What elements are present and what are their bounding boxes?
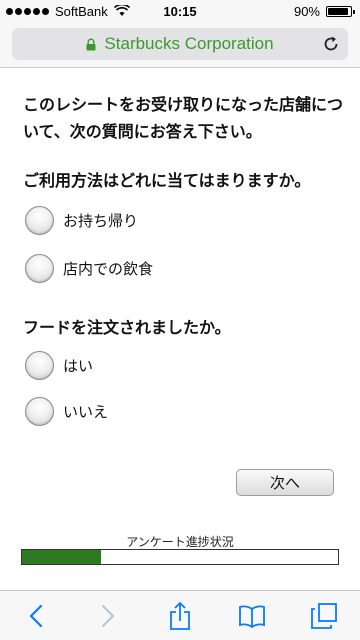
wifi-icon	[113, 5, 130, 16]
option-label: いいえ	[63, 403, 109, 421]
back-button[interactable]	[16, 596, 56, 636]
share-button[interactable]	[160, 596, 200, 636]
radio-button[interactable]	[25, 351, 54, 380]
battery-level-fill	[328, 8, 348, 15]
reload-icon[interactable]	[322, 35, 340, 53]
option-label: はい	[63, 357, 94, 375]
browser-address-area: Starbucks Corporation	[0, 22, 360, 68]
radio-button[interactable]	[25, 397, 54, 426]
progress-fill	[22, 550, 101, 564]
battery-percentage: 90%	[293, 3, 320, 19]
url-label: Starbucks Corporation	[104, 34, 274, 53]
share-icon	[170, 601, 190, 630]
option-no[interactable]: いいえ	[25, 397, 108, 426]
bookmarks-button[interactable]	[232, 596, 272, 636]
option-label: お持ち帰り	[63, 212, 139, 230]
forward-icon	[101, 604, 115, 627]
survey-intro: このレシートをお受け取りになった店舗について、次の質問にお答え下さい。	[23, 95, 344, 141]
battery-icon	[326, 6, 355, 17]
question-usage: ご利用方法はどれに当てはまりますか。	[23, 171, 311, 190]
progress-label: アンケート進捗状況	[126, 535, 234, 549]
option-eat-in[interactable]: 店内での飲食	[25, 254, 153, 283]
survey-page: このレシートをお受け取りになった店舗について、次の質問にお答え下さい。 ご利用方…	[0, 69, 360, 590]
tabs-button[interactable]	[304, 596, 344, 636]
signal-strength-icon	[6, 7, 49, 15]
radio-button[interactable]	[25, 254, 54, 283]
tabs-icon	[311, 602, 337, 629]
lock-icon	[86, 38, 96, 50]
next-button[interactable]: 次へ	[236, 469, 334, 496]
browser-toolbar	[0, 590, 360, 640]
option-label: 店内での飲食	[63, 260, 154, 278]
status-bar: SoftBank 10:15 90%	[0, 0, 360, 22]
back-icon	[29, 604, 43, 627]
option-yes[interactable]: はい	[25, 351, 93, 380]
forward-button[interactable]	[88, 596, 128, 636]
address-bar[interactable]: Starbucks Corporation	[12, 28, 348, 60]
radio-button[interactable]	[25, 206, 54, 235]
question-food: フードを注文されましたか。	[23, 318, 231, 337]
bookmarks-icon	[239, 605, 265, 628]
option-takeout[interactable]: お持ち帰り	[25, 206, 138, 235]
progress-bar	[21, 549, 339, 565]
carrier-name: SoftBank	[55, 3, 108, 19]
